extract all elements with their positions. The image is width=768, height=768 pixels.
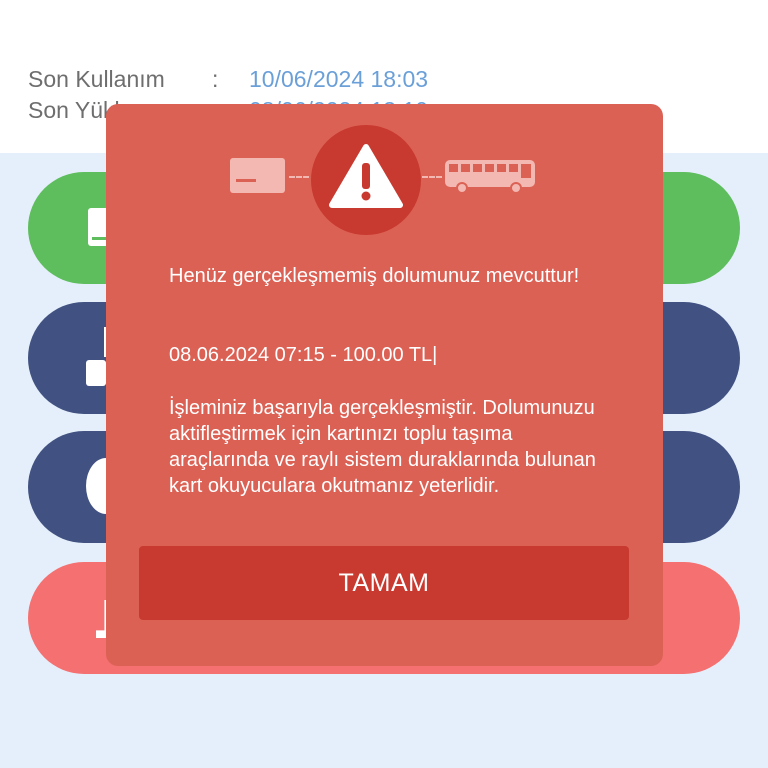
ok-button[interactable]: TAMAM [139, 546, 629, 620]
last-use-value: 10/06/2024 18:03 [249, 66, 429, 92]
pending-load-instructions: İşleminiz başarıyla gerçekleşmiştir. Dol… [169, 397, 596, 497]
dashed-connector-left [289, 176, 309, 178]
dashed-connector-right [422, 176, 442, 178]
warning-triangle-icon [329, 144, 403, 208]
pending-load-dialog: Henüz gerçekleşmemiş dolumunuz mevcuttur… [106, 104, 663, 666]
history-icon [86, 360, 106, 386]
last-use-colon: : [212, 66, 219, 92]
last-use-label: Son Kullanım [28, 66, 165, 92]
screen: Son Kullanım:10/06/2024 18:03 Son Yüklem… [0, 0, 768, 768]
pending-load-title: Henüz gerçekleşmemiş dolumunuz mevcuttur… [169, 265, 580, 287]
last-use-row: Son Kullanım: 10/06/2024 18:03 [28, 64, 428, 94]
dialog-illustration [106, 104, 663, 244]
pending-load-detail: 08.06.2024 07:15 - 100.00 TL| [169, 344, 438, 366]
bus-icon [445, 160, 535, 194]
card-icon [230, 158, 285, 193]
warning-circle [311, 125, 421, 235]
